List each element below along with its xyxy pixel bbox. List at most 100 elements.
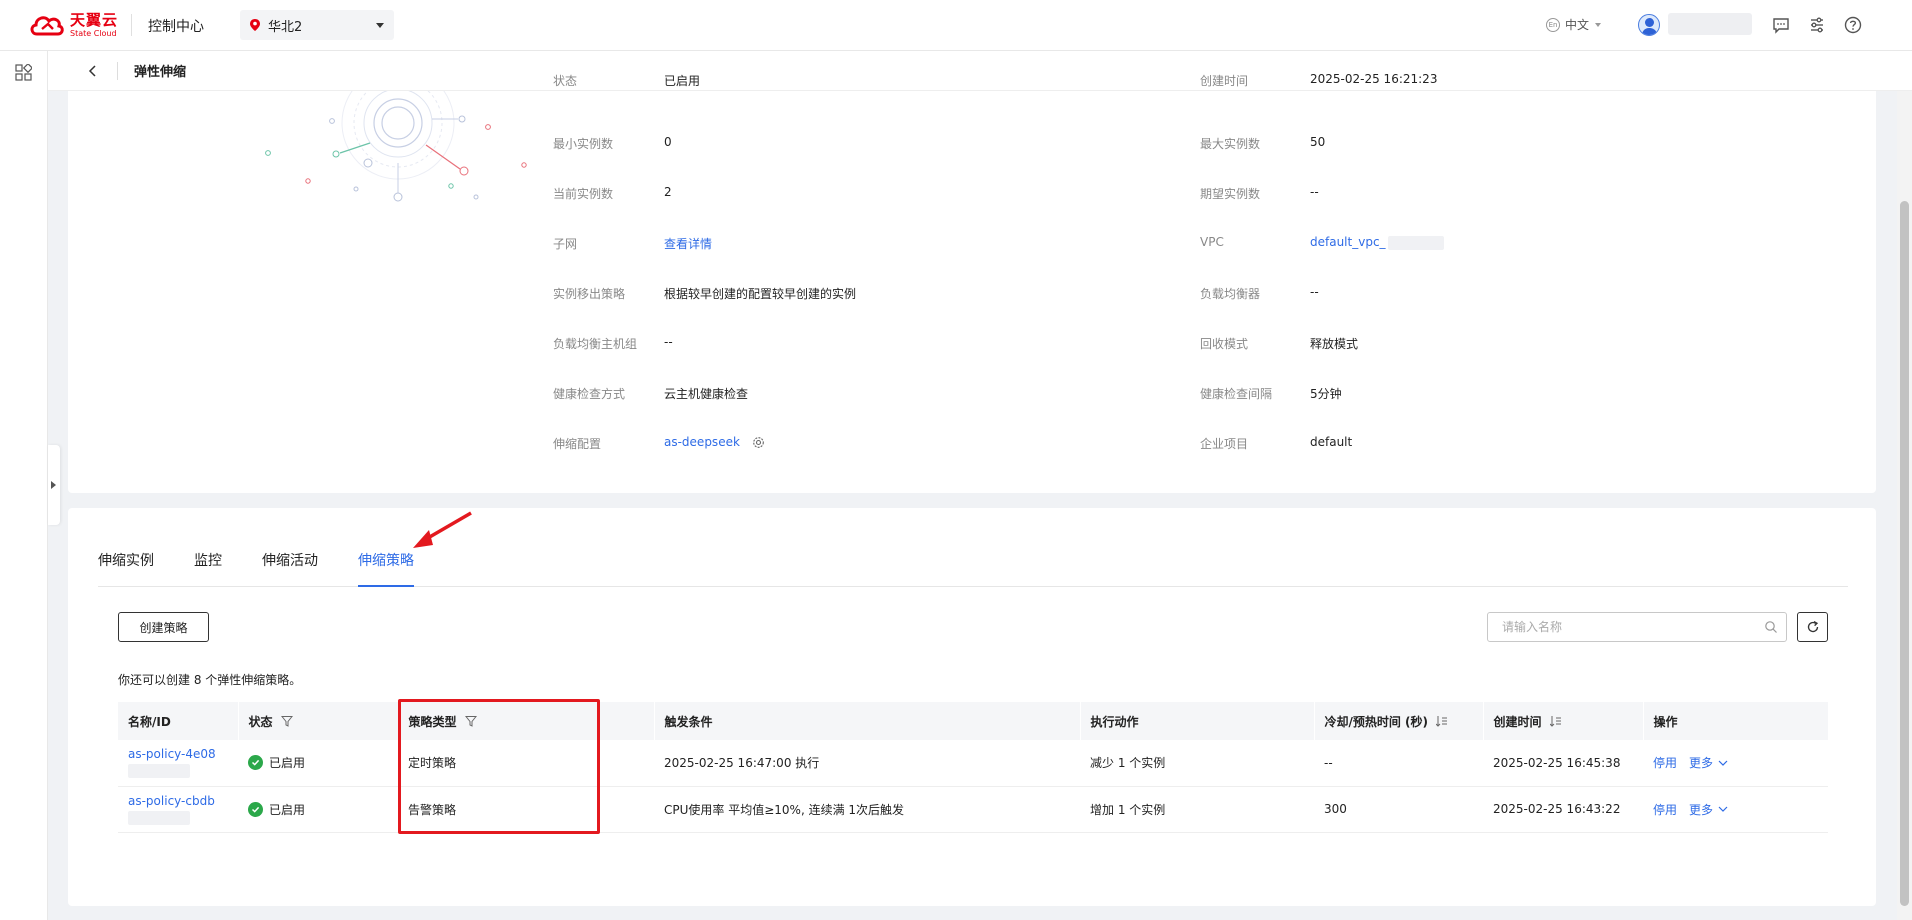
policy-action: 减少 1 个实例 <box>1080 740 1314 787</box>
disable-policy-link[interactable]: 停用 <box>1653 754 1677 771</box>
apps-grid-icon[interactable] <box>15 64 32 81</box>
scaling-config-link[interactable]: as-deepseek <box>664 435 740 449</box>
language-label: 中文 <box>1565 18 1590 32</box>
health-check-interval-label: 健康检查间隔 <box>1200 387 1273 401</box>
sort-icon[interactable] <box>1549 715 1562 727</box>
policy-created: 2025-02-25 16:43:22 <box>1483 786 1643 833</box>
table-row: as-policy-cbdb 已启用 告警策略 CPU使用率 平均值≥10%, … <box>118 786 1828 833</box>
load-balancer-label: 负载均衡器 <box>1200 287 1261 301</box>
more-label: 更多 <box>1689 802 1714 817</box>
page-scrollbar[interactable] <box>1897 91 1912 920</box>
logo-subtext: State Cloud <box>70 28 117 38</box>
chevron-left-icon <box>88 64 96 77</box>
subnet-label: 子网 <box>553 237 578 251</box>
console-link[interactable]: 控制中心 <box>148 16 204 36</box>
help-icon[interactable] <box>1843 15 1863 35</box>
language-switcher[interactable]: En 中文 <box>1546 16 1602 33</box>
filter-icon[interactable] <box>464 715 477 727</box>
column-header-cooldown-cell: 冷却/预热时间 (秒) <box>1314 702 1484 740</box>
policy-type: 定时策略 <box>398 740 654 787</box>
policy-quota-text: 你还可以创建 8 个弹性伸缩策略。 <box>118 673 302 687</box>
scaling-group-details-card: 状态 已启用 最小实例数 0 当前实例数 2 子网 查看详情 实例移出策略 根据… <box>68 72 1876 493</box>
top-navigation-bar: 天翼云 State Cloud 控制中心 华北2 En 中文 <box>0 0 1912 51</box>
tab-monitoring[interactable]: 监控 <box>194 550 222 587</box>
tab-bar: 伸缩实例 监控 伸缩活动 伸缩策略 <box>98 550 1848 587</box>
page-title: 弹性伸缩 <box>134 65 187 80</box>
policy-status-cell: 已启用 <box>238 786 398 833</box>
column-header-policy-type: 策略类型 <box>408 714 457 729</box>
settings-sliders-icon[interactable] <box>1807 15 1827 35</box>
health-check-interval-value: 5分钟 <box>1310 387 1342 401</box>
removal-policy-label: 实例移出策略 <box>553 287 626 301</box>
column-header-created: 创建时间 <box>1493 714 1542 729</box>
desired-instances-value: -- <box>1310 185 1319 199</box>
username-redacted[interactable] <box>1668 13 1752 35</box>
refresh-button[interactable] <box>1797 612 1828 642</box>
table-header-row: 名称/ID 状态 策略类型 触发条件 执行动作 冷却/预热时间 (秒) 创建时间… <box>118 702 1829 740</box>
disable-policy-link[interactable]: 停用 <box>1653 801 1677 818</box>
search-icon[interactable] <box>1764 620 1778 634</box>
recycle-mode-label: 回收模式 <box>1200 337 1249 351</box>
search-input[interactable] <box>1488 613 1743 641</box>
more-actions-dropdown[interactable]: 更多 <box>1689 754 1728 771</box>
refresh-icon <box>1807 621 1818 633</box>
enterprise-project-value: default <box>1310 435 1353 449</box>
column-header-trigger: 触发条件 <box>654 702 1081 740</box>
header-divider <box>131 14 132 36</box>
current-instances-label: 当前实例数 <box>553 187 614 201</box>
lb-host-group-label: 负载均衡主机组 <box>553 337 638 351</box>
column-header-action: 执行动作 <box>1080 702 1315 740</box>
create-policy-button[interactable]: 创建策略 <box>118 612 209 642</box>
policy-name-cell: as-policy-4e08 <box>118 740 238 787</box>
column-header-status: 状态 <box>248 714 273 729</box>
desired-instances-label: 期望实例数 <box>1200 187 1261 201</box>
created-time-label: 创建时间 <box>1200 74 1249 88</box>
scaling-tabs-card: 伸缩实例 监控 伸缩活动 伸缩策略 创建策略 你还可以创建 8 个弹性伸缩策略。… <box>68 508 1876 906</box>
tab-scaling-instances[interactable]: 伸缩实例 <box>98 550 154 587</box>
chevron-down-icon <box>376 22 384 28</box>
breadcrumb: 弹性伸缩 <box>48 51 1912 91</box>
policy-cooldown: 300 <box>1314 786 1483 833</box>
table-row: as-policy-4e08 已启用 定时策略 2025-02-25 16:47… <box>118 740 1828 787</box>
more-actions-dropdown[interactable]: 更多 <box>1689 801 1728 818</box>
status-label: 状态 <box>553 74 578 88</box>
chevron-down-icon <box>1718 760 1728 766</box>
policy-trigger: CPU使用率 平均值≥10%, 连续满 1次后触发 <box>654 786 1080 833</box>
sidebar-expand-toggle[interactable] <box>48 445 60 525</box>
left-rail <box>0 51 48 920</box>
vpc-label: VPC <box>1200 235 1224 249</box>
chevron-down-icon <box>1595 22 1602 27</box>
policy-id-redacted <box>128 764 190 779</box>
tab-scaling-policies[interactable]: 伸缩策略 <box>358 550 414 587</box>
current-instances-value: 2 <box>664 185 672 199</box>
filter-icon[interactable] <box>280 715 293 727</box>
chevron-down-icon <box>1718 806 1728 812</box>
max-instances-label: 最大实例数 <box>1200 137 1261 151</box>
policy-status: 已启用 <box>269 756 306 771</box>
column-header-operations: 操作 <box>1643 702 1829 740</box>
subnet-details-link[interactable]: 查看详情 <box>664 235 712 252</box>
max-instances-value: 50 <box>1310 135 1326 149</box>
region-selector[interactable]: 华北2 <box>240 10 394 40</box>
policy-type: 告警策略 <box>398 786 654 833</box>
message-icon[interactable] <box>1771 15 1791 35</box>
removal-policy-value: 根据较早创建的配置较早创建的实例 <box>664 287 857 301</box>
state-cloud-logo[interactable]: 天翼云 State Cloud <box>28 11 118 39</box>
user-avatar[interactable] <box>1638 14 1660 36</box>
policy-name-link[interactable]: as-policy-cbdb <box>128 794 215 808</box>
policy-search <box>1487 612 1787 642</box>
column-header-cooldown: 冷却/预热时间 (秒) <box>1324 714 1429 729</box>
column-header-status-cell: 状态 <box>238 702 399 740</box>
region-label: 华北2 <box>268 19 303 35</box>
tab-scaling-activities[interactable]: 伸缩活动 <box>262 550 318 587</box>
vpc-link[interactable]: default_vpc_ <box>1310 235 1386 249</box>
scrollbar-thumb[interactable] <box>1900 201 1909 906</box>
redacted-text <box>1387 235 1444 250</box>
sort-icon[interactable] <box>1436 715 1448 727</box>
gear-icon[interactable] <box>752 436 765 449</box>
back-button[interactable] <box>73 51 113 91</box>
scaling-config-value: as-deepseek <box>664 435 765 449</box>
policy-name-link[interactable]: as-policy-4e08 <box>128 747 216 761</box>
policy-created: 2025-02-25 16:45:38 <box>1483 740 1643 787</box>
min-instances-label: 最小实例数 <box>553 137 614 151</box>
